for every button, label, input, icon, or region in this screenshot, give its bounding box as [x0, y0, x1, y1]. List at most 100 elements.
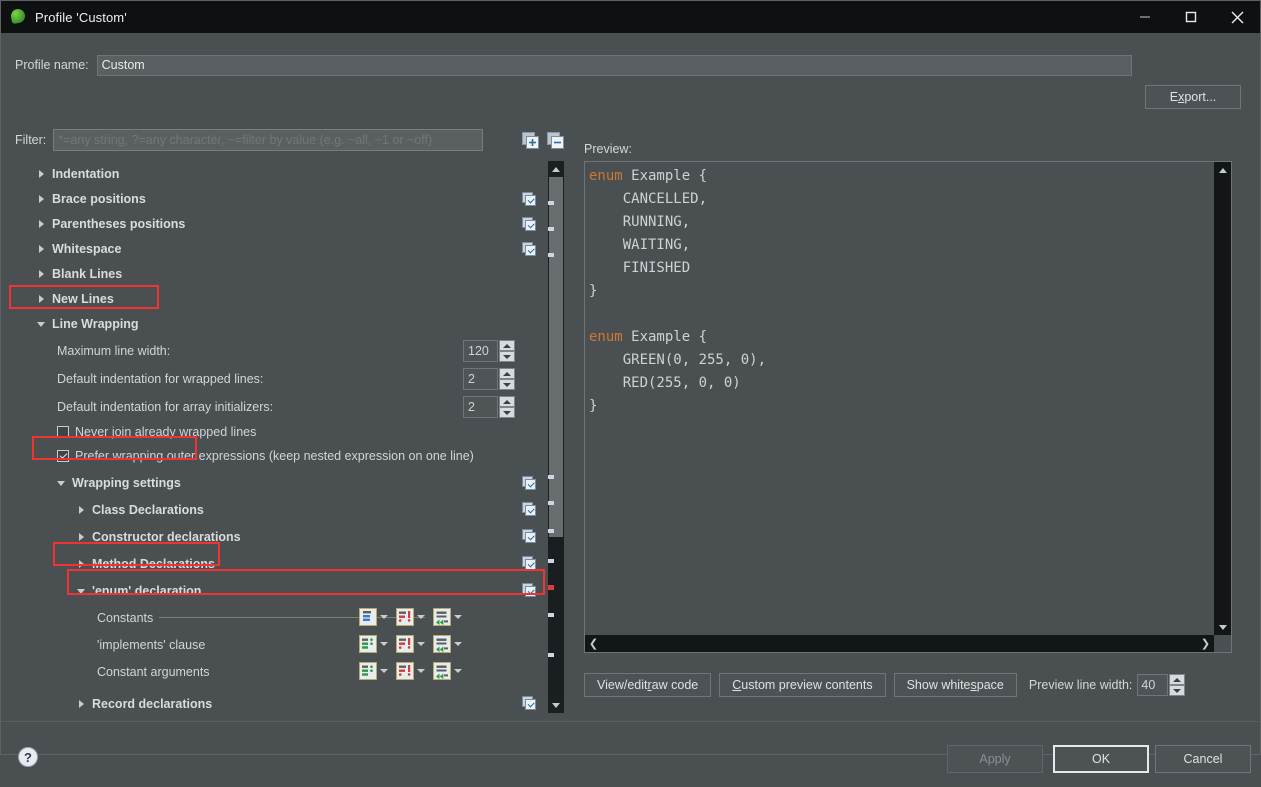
chevron-down-icon[interactable]: [377, 608, 390, 626]
chevron-right-icon[interactable]: [77, 699, 87, 709]
show-whitespace-button[interactable]: Show white s pace: [893, 673, 1017, 697]
stepper-up-icon[interactable]: [499, 368, 515, 379]
group-checkbox[interactable]: [522, 502, 536, 516]
chevron-down-icon[interactable]: [451, 608, 464, 626]
stepper-up-icon[interactable]: [499, 340, 515, 351]
default-indent-wrapped-stepper[interactable]: 2: [463, 368, 515, 390]
default-indent-array-value[interactable]: 2: [463, 396, 498, 418]
default-indent-wrapped-value[interactable]: 2: [463, 368, 498, 390]
tree-group-indentation[interactable]: Indentation: [15, 161, 550, 186]
stepper-down-icon[interactable]: [499, 407, 515, 418]
collapse-all-icon[interactable]: [547, 132, 565, 150]
chevron-right-icon[interactable]: [37, 294, 47, 304]
tree-group-method-declarations[interactable]: Method Declarations: [15, 550, 550, 577]
checkbox-icon[interactable]: [57, 426, 69, 438]
scroll-left-icon[interactable]: ❮: [585, 635, 602, 652]
wrap-where-icon[interactable]: [359, 608, 377, 626]
chevron-down-icon[interactable]: [414, 635, 427, 653]
scroll-up-icon[interactable]: [1214, 162, 1231, 178]
close-icon[interactable]: [1214, 1, 1260, 33]
group-checkbox[interactable]: [522, 556, 536, 570]
wrap-row-implements-clause[interactable]: 'implements' clause: [15, 631, 550, 658]
chevron-right-icon[interactable]: [77, 505, 87, 515]
chevron-down-icon[interactable]: [377, 635, 390, 653]
group-checkbox[interactable]: [522, 696, 536, 710]
indent-policy-icon[interactable]: [396, 608, 414, 626]
tree-scrollbar-thumb[interactable]: [549, 177, 563, 537]
group-checkbox[interactable]: [522, 242, 536, 256]
scroll-up-icon[interactable]: [548, 161, 564, 177]
profile-name-input[interactable]: [96, 54, 1132, 76]
stepper-up-icon[interactable]: [499, 396, 515, 407]
wrap-where-icon[interactable]: [359, 662, 377, 680]
apply-button[interactable]: Apply: [947, 745, 1043, 773]
chevron-down-icon[interactable]: [451, 662, 464, 680]
chevron-down-icon[interactable]: [377, 662, 390, 680]
tree-group-parentheses-positions[interactable]: Parentheses positions: [15, 211, 550, 236]
preview-line-width-stepper[interactable]: 40: [1137, 674, 1186, 696]
minimize-icon[interactable]: [1122, 1, 1168, 33]
scroll-down-icon[interactable]: [1214, 619, 1231, 635]
chevron-down-icon[interactable]: [77, 586, 87, 596]
scroll-right-icon[interactable]: ❯: [1197, 635, 1214, 652]
ok-button[interactable]: OK: [1053, 745, 1149, 773]
stepper-down-icon[interactable]: [499, 351, 515, 362]
preview-line-width-value[interactable]: 40: [1137, 674, 1169, 696]
custom-preview-contents-button[interactable]: Custom preview contents: [719, 673, 886, 697]
settings-tree[interactable]: Indentation Brace positions Parentheses …: [15, 161, 565, 713]
tree-group-record-declarations[interactable]: Record declarations: [15, 690, 550, 713]
chevron-right-icon[interactable]: [37, 269, 47, 279]
group-checkbox[interactable]: [522, 192, 536, 206]
group-checkbox[interactable]: [522, 529, 536, 543]
preview-code[interactable]: enum Example { CANCELLED, RUNNING, WAITI…: [589, 165, 1213, 634]
wrap-row-constant-arguments[interactable]: Constant arguments: [15, 658, 550, 685]
scroll-down-icon[interactable]: [548, 697, 564, 713]
default-indent-array-stepper[interactable]: 2: [463, 396, 515, 418]
chevron-down-icon[interactable]: [451, 635, 464, 653]
force-split-icon[interactable]: [433, 608, 451, 626]
group-checkbox[interactable]: [522, 476, 536, 490]
wrap-row-constants[interactable]: Constants: [15, 604, 550, 631]
indent-policy-icon[interactable]: [396, 635, 414, 653]
group-checkbox[interactable]: [522, 583, 536, 597]
checkbox-checked-icon[interactable]: [57, 450, 69, 462]
chevron-right-icon[interactable]: [37, 169, 47, 179]
max-line-width-value[interactable]: 120: [463, 340, 498, 362]
chevron-right-icon[interactable]: [37, 194, 47, 204]
tree-group-class-declarations[interactable]: Class Declarations: [15, 496, 550, 523]
stepper-up-icon[interactable]: [1169, 674, 1186, 685]
expand-all-icon[interactable]: [522, 132, 540, 150]
chevron-right-icon[interactable]: [77, 532, 87, 542]
group-checkbox[interactable]: [522, 217, 536, 231]
never-join-wrapped-checkbox[interactable]: Never join already wrapped lines: [15, 421, 550, 443]
force-split-icon[interactable]: [433, 662, 451, 680]
wrap-policy-controls[interactable]: [359, 608, 464, 626]
indent-policy-icon[interactable]: [396, 662, 414, 680]
tree-group-wrapping-settings[interactable]: Wrapping settings: [15, 470, 550, 496]
help-icon[interactable]: ?: [18, 747, 38, 767]
max-line-width-stepper[interactable]: 120: [463, 340, 515, 362]
tree-group-constructor-declarations[interactable]: Constructor declarations: [15, 523, 550, 550]
chevron-right-icon[interactable]: [37, 244, 47, 254]
chevron-down-icon[interactable]: [37, 319, 47, 329]
force-split-icon[interactable]: [433, 635, 451, 653]
prefer-wrapping-outer-checkbox[interactable]: Prefer wrapping outer expressions (keep …: [15, 445, 550, 467]
view-edit-raw-code-button[interactable]: View/edit r aw code: [584, 673, 712, 697]
maximize-icon[interactable]: [1168, 1, 1214, 33]
tree-group-whitespace[interactable]: Whitespace: [15, 236, 550, 261]
chevron-right-icon[interactable]: [77, 559, 87, 569]
stepper-down-icon[interactable]: [1169, 685, 1186, 696]
tree-group-brace-positions[interactable]: Brace positions: [15, 186, 550, 211]
wrap-policy-controls[interactable]: [359, 662, 464, 680]
filter-input[interactable]: [53, 129, 484, 151]
export-button[interactable]: Ex port...: [1145, 85, 1241, 109]
chevron-down-icon[interactable]: [414, 608, 427, 626]
tree-scrollbar[interactable]: [548, 161, 564, 713]
stepper-down-icon[interactable]: [499, 379, 515, 390]
cancel-button[interactable]: Cancel: [1155, 745, 1251, 773]
tree-group-enum-declaration[interactable]: 'enum' declaration: [15, 577, 550, 604]
tree-group-new-lines[interactable]: New Lines: [15, 286, 550, 311]
tree-group-blank-lines[interactable]: Blank Lines: [15, 261, 550, 286]
chevron-down-icon[interactable]: [414, 662, 427, 680]
wrap-policy-controls[interactable]: [359, 635, 464, 653]
